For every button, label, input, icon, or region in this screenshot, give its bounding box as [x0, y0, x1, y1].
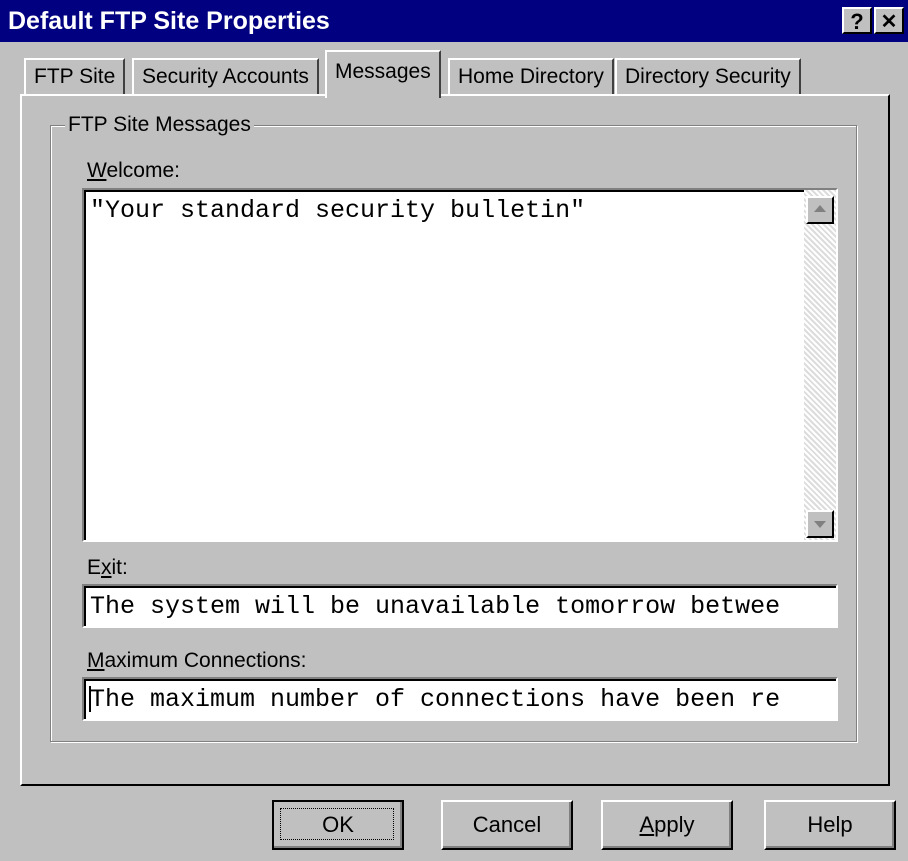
apply-label: pply	[654, 812, 695, 837]
exit-value: The system will be unavailable tomorrow …	[90, 592, 781, 621]
max-connections-label: Maximum Connections:	[87, 648, 306, 674]
tab-ftp-site[interactable]: FTP Site	[24, 58, 126, 96]
tab-messages[interactable]: Messages	[325, 50, 441, 98]
tab-directory-security[interactable]: Directory Security	[615, 58, 801, 96]
max-connections-value: The maximum number of connections have b…	[90, 685, 781, 714]
title-bar[interactable]: Default FTP Site Properties ? ✕	[0, 0, 908, 42]
exit-label-first: E	[87, 556, 102, 579]
chevron-up-icon	[814, 205, 826, 212]
scroll-down-button[interactable]	[806, 510, 834, 538]
apply-button[interactable]: Apply	[601, 800, 733, 850]
exit-field[interactable]: The system will be unavailable tomorrow …	[82, 584, 838, 628]
max-connections-label-mnemonic: M	[87, 649, 105, 672]
help-button[interactable]: ?	[842, 7, 872, 34]
welcome-label: Welcome:	[87, 158, 180, 184]
scroll-up-button[interactable]	[806, 196, 834, 224]
apply-mnemonic: A	[639, 812, 655, 837]
cancel-button[interactable]: Cancel	[441, 800, 573, 850]
max-connections-field[interactable]: The maximum number of connections have b…	[82, 677, 838, 721]
welcome-label-text: elcome:	[106, 159, 180, 182]
group-title: FTP Site Messages	[65, 112, 254, 138]
chevron-down-icon	[814, 521, 826, 528]
ok-button[interactable]: OK	[272, 800, 404, 850]
close-button[interactable]: ✕	[874, 7, 904, 34]
exit-label-mnemonic: x	[101, 556, 112, 579]
welcome-label-mnemonic: W	[87, 159, 107, 182]
exit-label: Exit:	[87, 555, 128, 581]
welcome-scrollbar[interactable]	[804, 190, 836, 540]
tab-security-accounts[interactable]: Security Accounts	[132, 58, 319, 96]
properties-dialog: Default FTP Site Properties ? ✕ FTP Site…	[0, 0, 908, 861]
welcome-textarea[interactable]: "Your standard security bulletin"	[82, 188, 838, 542]
help-dialog-button[interactable]: Help	[764, 800, 896, 850]
welcome-value: "Your standard security bulletin"	[90, 196, 586, 225]
exit-label-text: it:	[111, 556, 128, 579]
window-title: Default FTP Site Properties	[8, 7, 330, 35]
tab-home-directory[interactable]: Home Directory	[448, 58, 614, 96]
max-connections-label-text: aximum Connections:	[104, 649, 307, 672]
